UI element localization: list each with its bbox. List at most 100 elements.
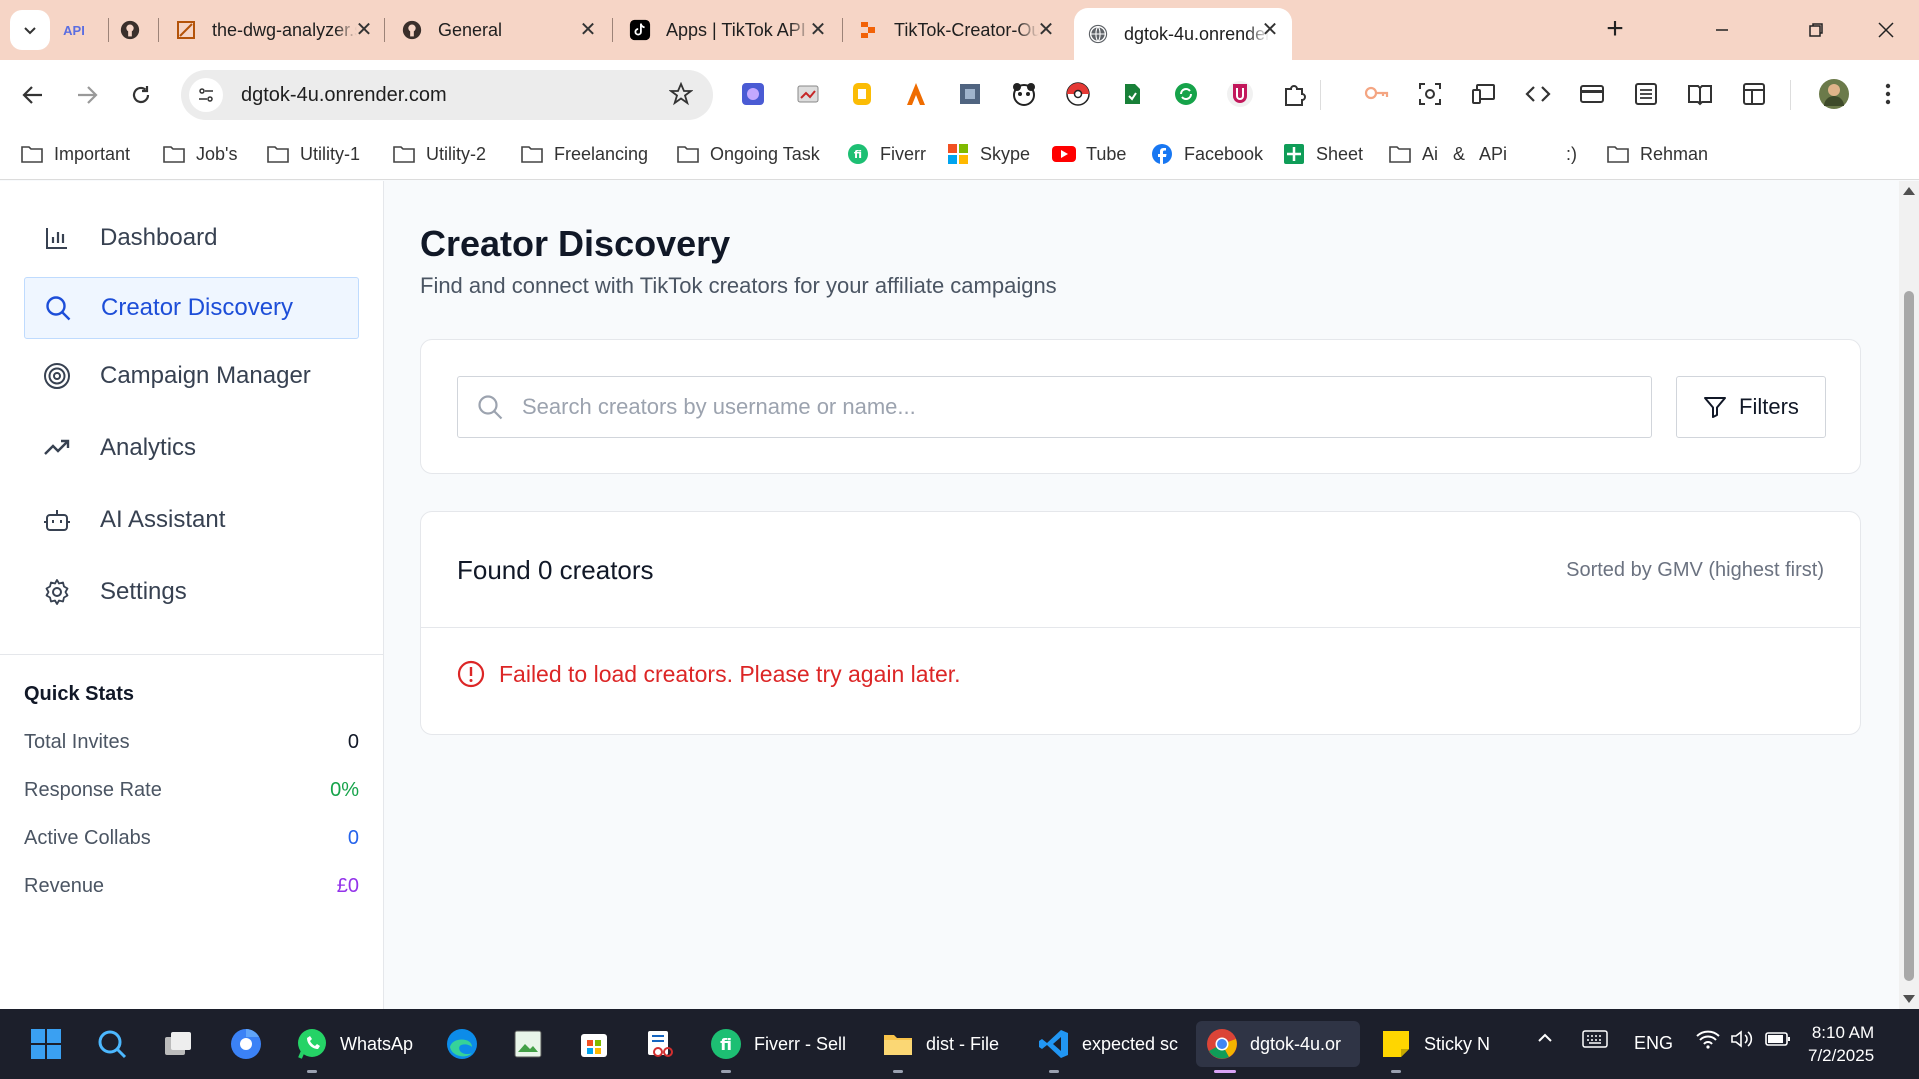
sidebar-item-label: Settings [100,578,187,605]
more-menu-icon[interactable] [1874,80,1902,108]
restore-button[interactable] [1794,10,1838,50]
close-icon[interactable]: ✕ [352,18,376,42]
sidebar-item-analytics[interactable]: Analytics [24,417,359,479]
tab-search-button[interactable] [10,10,50,50]
bookmark-item[interactable]: Skype [946,140,1030,168]
bookmark-item[interactable]: Utility-1 [266,140,360,168]
bookmark-item[interactable]: Ai & APi [1388,140,1507,168]
search-box[interactable] [457,376,1652,438]
bookmark-item[interactable]: Ongoing Task [676,140,820,168]
bookmark-item[interactable]: Job's [162,140,237,168]
sidebar-item-settings[interactable]: Settings [24,561,359,623]
bookmark-item[interactable]: Tube [1052,140,1126,168]
bookmark-star-icon[interactable] [668,81,694,111]
taskbar-app-fiverr[interactable]: fi Fiverr - Sell [708,1021,846,1073]
card-icon[interactable] [1578,80,1606,108]
tab-tiktok-api[interactable]: Apps | TikTok API for ✕ [628,8,840,52]
taskbar-app-edge[interactable] [444,1021,490,1067]
bookmark-item[interactable]: Utility-2 [392,140,486,168]
avatar[interactable] [1818,78,1850,110]
extension-icon[interactable] [902,80,930,108]
close-window-button[interactable] [1864,10,1908,50]
close-icon[interactable]: ✕ [576,18,600,42]
bar-chart-icon [42,223,72,253]
new-tab-button[interactable]: + [1597,12,1633,48]
scroll-up-arrow[interactable] [1903,187,1915,195]
extension-icon[interactable] [1064,80,1092,108]
close-icon[interactable]: ✕ [806,18,830,42]
reading-list-icon[interactable] [1632,80,1660,108]
back-button[interactable] [12,74,54,116]
device-toolbar-icon[interactable] [1470,80,1498,108]
folder-icon [162,142,186,166]
stat-label: Response Rate [24,779,162,801]
start-button[interactable] [28,1021,74,1067]
code-icon[interactable] [1524,80,1552,108]
tab-tiktok-creator-outreach[interactable]: TikTok-Creator-Outrea ✕ [856,8,1068,52]
bookmark-item[interactable]: Freelancing [520,140,648,168]
forward-button[interactable] [66,74,108,116]
taskbar-app-copilot[interactable] [228,1021,274,1067]
extension-icon[interactable] [1118,80,1146,108]
volume-icon[interactable] [1730,1029,1754,1054]
folder-icon [392,142,416,166]
extension-icon[interactable] [956,80,984,108]
bookmark-item[interactable]: fi Fiverr [846,140,926,168]
taskbar-app-sticky-notes[interactable]: Sticky N [1378,1021,1491,1073]
stat-label: Revenue [24,875,105,897]
minimize-button[interactable] [1700,10,1744,50]
keyboard-icon[interactable] [1582,1029,1608,1054]
bookmark-item[interactable]: Rehman [1606,140,1708,168]
taskbar-app-label: Sticky N [1424,1033,1491,1054]
search-input[interactable] [522,394,1622,420]
extensions-puzzle-icon[interactable] [1280,80,1308,108]
reader-mode-icon[interactable] [1686,80,1714,108]
extension-icon[interactable] [1172,80,1200,108]
side-panel-icon[interactable] [1740,80,1768,108]
bookmark-item[interactable]: :) [1566,140,1577,168]
tab-api[interactable]: API [62,8,102,52]
extension-icon[interactable] [739,80,767,108]
taskbar-app-vscode[interactable]: expected sc [1036,1021,1178,1073]
close-icon[interactable]: ✕ [1034,18,1058,42]
taskbar-app-snipping[interactable] [642,1021,688,1067]
language-indicator[interactable]: ENG [1634,1033,1673,1054]
screenshot-icon[interactable] [1416,80,1444,108]
sidebar-item-dashboard[interactable]: Dashboard [24,207,359,269]
close-icon[interactable]: ✕ [1258,18,1282,42]
battery-icon[interactable] [1764,1029,1792,1054]
sidebar-item-ai-assistant[interactable]: AI Assistant [24,489,359,551]
tab-github[interactable] [118,8,158,52]
taskbar-app-chrome[interactable]: dgtok-4u.or [1196,1021,1360,1073]
sidebar-item-campaign-manager[interactable]: Campaign Manager [24,345,359,407]
site-info-icon[interactable] [189,78,223,112]
taskbar-app-store[interactable] [576,1021,622,1067]
bookmark-item[interactable]: Facebook [1150,140,1263,168]
sidebar-item-creator-discovery[interactable]: Creator Discovery [24,277,359,339]
system-clock[interactable]: 8:10 AM 7/2/2025 [1808,1021,1874,1067]
scrollbar-thumb[interactable] [1904,291,1914,981]
extension-icon[interactable] [1010,80,1038,108]
extension-icon[interactable] [794,80,822,108]
bookmark-item[interactable]: Sheet [1282,140,1363,168]
task-view-button[interactable] [160,1021,206,1067]
tab-dgtok-active[interactable]: dgtok-4u.onrender.cc ✕ [1074,8,1292,60]
chevron-up-icon[interactable] [1536,1029,1554,1052]
stat-response-rate: Response Rate 0% [24,779,359,802]
tab-dwg-analyzer[interactable]: the-dwg-analyzer.stre ✕ [174,8,386,52]
taskbar-app-notepad[interactable] [510,1021,556,1067]
filters-button[interactable]: Filters [1676,376,1826,438]
extension-icon[interactable] [1226,80,1254,108]
taskbar-app-explorer[interactable]: dist - File [880,1021,999,1073]
tab-general[interactable]: General ✕ [400,8,610,52]
page-scrollbar[interactable] [1899,181,1919,1009]
extension-icon[interactable] [848,80,876,108]
taskbar-app-whatsapp[interactable]: WhatsAp [294,1021,413,1073]
taskbar-search-button[interactable] [94,1021,140,1067]
scroll-down-arrow[interactable] [1903,995,1915,1003]
password-key-icon[interactable] [1362,80,1390,108]
wifi-icon[interactable] [1696,1029,1720,1054]
address-bar[interactable]: dgtok-4u.onrender.com [181,70,713,120]
reload-button[interactable] [120,74,162,116]
bookmark-item[interactable]: Important [20,140,130,168]
